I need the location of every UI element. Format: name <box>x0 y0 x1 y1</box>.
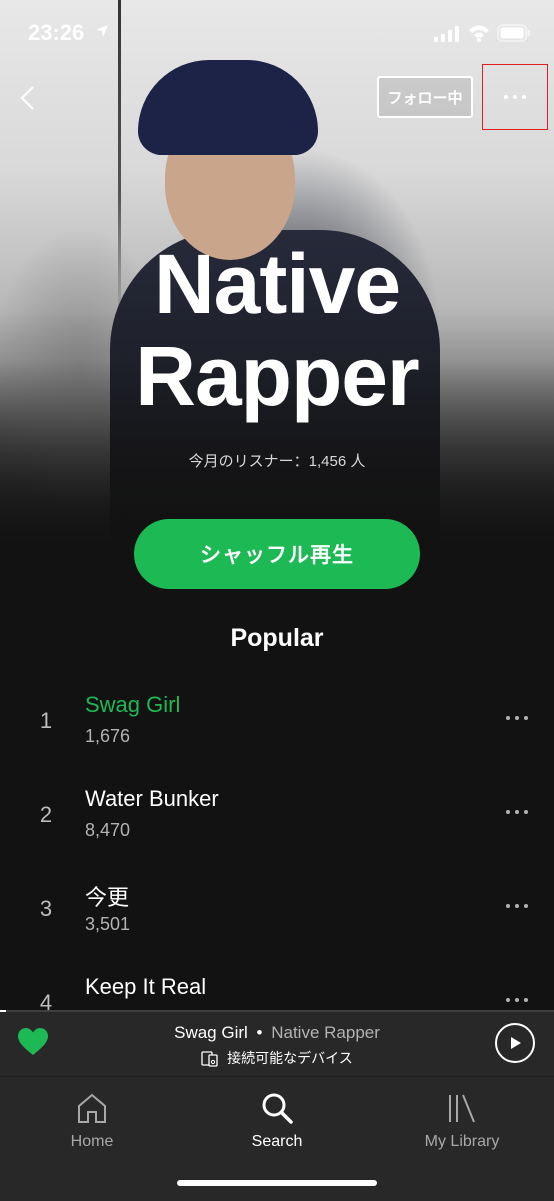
shuffle-play-button[interactable]: シャッフル再生 <box>134 519 420 589</box>
header-more-button[interactable] <box>482 64 548 130</box>
devices-available[interactable]: 接続可能なデバイス <box>0 1048 554 1068</box>
more-dots-icon <box>506 716 528 720</box>
devices-label: 接続可能なデバイス <box>227 1050 353 1066</box>
battery-icon <box>497 24 530 42</box>
library-icon <box>449 1094 475 1123</box>
tab-home[interactable]: Home <box>0 1091 184 1151</box>
track-play-count: 3,501 <box>85 914 131 934</box>
track-title: Water Bunker <box>85 786 219 811</box>
more-dots-icon <box>506 904 528 908</box>
status-bar: 23:26 <box>0 0 554 64</box>
artist-name: Native Rapper <box>0 238 554 422</box>
track-more-button[interactable] <box>506 810 528 814</box>
track-title: Swag Girl <box>85 692 181 717</box>
now-playing-separator: • <box>256 1023 263 1042</box>
tab-label-home: Home <box>70 1133 114 1150</box>
now-playing-artist: Native Rapper <box>271 1023 380 1042</box>
now-playing-bar[interactable]: Swag Girl • Native Rapper 接続可能なデバイス <box>0 1010 554 1076</box>
now-playing-song: Swag Girl <box>174 1023 248 1042</box>
following-button[interactable]: フォロー中 <box>377 76 473 118</box>
home-indicator[interactable] <box>177 1180 377 1186</box>
tab-label-my-library: My Library <box>424 1133 500 1150</box>
tab-my-library[interactable]: My Library <box>370 1091 554 1151</box>
track-title: 今更 <box>85 885 130 910</box>
play-icon <box>511 1037 521 1049</box>
playback-progress-fill <box>0 1010 6 1012</box>
track-row[interactable]: 1 Swag Girl 1,676 <box>0 666 554 760</box>
track-rank: 3 <box>39 896 53 921</box>
monthly-listeners: 今月のリスナー：1,456 人 <box>188 453 366 470</box>
wifi-icon <box>469 25 489 42</box>
back-button[interactable] <box>12 82 44 114</box>
track-more-button[interactable] <box>506 716 528 720</box>
track-more-button[interactable] <box>506 904 528 908</box>
status-time: 23:26 <box>28 20 85 45</box>
chevron-left-icon <box>20 86 34 110</box>
now-playing-title: Swag Girl • Native Rapper <box>0 1023 554 1043</box>
artist-figure-cap <box>138 60 318 155</box>
search-icon <box>262 1093 293 1124</box>
devices-icon <box>201 1051 218 1067</box>
popular-heading: Popular <box>230 624 324 652</box>
more-dots-icon <box>504 95 526 99</box>
tab-label-search: Search <box>251 1133 303 1150</box>
location-arrow-icon <box>96 25 108 37</box>
play-button[interactable] <box>495 1023 535 1063</box>
track-row[interactable]: 2 Water Bunker 8,470 <box>0 760 554 854</box>
track-title: Keep It Real <box>85 974 207 999</box>
tab-search[interactable]: Search <box>185 1091 369 1151</box>
track-rank: 2 <box>39 802 53 827</box>
artist-name-line2: Rapper <box>135 329 419 423</box>
artist-name-line1: Native <box>153 237 401 331</box>
track-row[interactable]: 3 今更 3,501 <box>0 854 554 948</box>
track-play-count: 1,676 <box>85 726 131 746</box>
track-more-button[interactable] <box>506 998 528 1002</box>
more-dots-icon <box>506 810 528 814</box>
playback-progress <box>0 1010 554 1012</box>
track-play-count: 8,470 <box>85 820 131 840</box>
home-icon <box>78 1093 106 1123</box>
cell-signal-icon <box>434 26 459 42</box>
track-rank: 1 <box>39 708 53 733</box>
more-dots-icon <box>506 998 528 1002</box>
